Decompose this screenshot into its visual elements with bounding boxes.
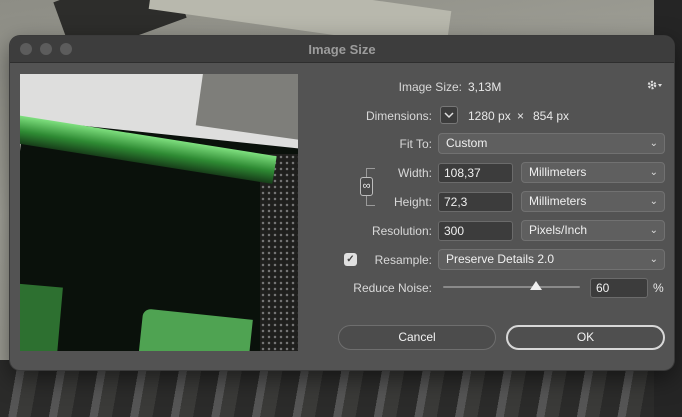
image-preview[interactable]	[20, 74, 298, 351]
reduce-noise-label: Reduce Noise:	[353, 281, 432, 295]
dimensions-units-dropdown[interactable]	[440, 106, 458, 124]
checkmark-icon: ✓	[346, 254, 355, 265]
resample-label: Resample:	[374, 253, 432, 267]
dimensions-label: Dimensions:	[365, 109, 432, 123]
resolution-label: Resolution:	[371, 224, 432, 238]
fit-to-label: Fit To:	[399, 137, 432, 151]
title-bar: Image Size	[10, 36, 674, 63]
reduce-noise-slider-thumb[interactable]	[530, 281, 543, 290]
fit-to-value: Custom	[446, 136, 488, 150]
width-unit-select[interactable]: Millimeters ⌄	[521, 162, 665, 183]
resolution-unit-value: Pixels/Inch	[529, 223, 588, 237]
reduce-noise-unit: %	[653, 281, 664, 295]
width-input[interactable]: 108,37	[438, 163, 513, 183]
window-title: Image Size	[308, 42, 376, 57]
gear-icon[interactable]	[645, 77, 665, 93]
chevron-down-icon	[444, 112, 454, 119]
reduce-noise-input[interactable]: 60	[590, 278, 648, 298]
resolution-input[interactable]: 300	[438, 221, 513, 241]
ok-button[interactable]: OK	[506, 325, 665, 350]
chevron-down-icon: ⌄	[649, 167, 658, 178]
height-label: Height:	[393, 195, 432, 209]
reduce-noise-slider-track[interactable]	[443, 286, 580, 288]
image-size-dialog: Image Size Image Size: 3,13M Dimensions:…	[10, 36, 674, 370]
fit-to-select[interactable]: Custom ⌄	[438, 133, 665, 154]
preview-pixels	[20, 280, 63, 351]
width-label: Width:	[397, 166, 432, 180]
width-unit-value: Millimeters	[529, 165, 587, 179]
chevron-down-icon: ⌄	[649, 254, 658, 265]
cancel-button[interactable]: Cancel	[338, 325, 496, 350]
pixel-width-value: 1280 px	[468, 109, 511, 123]
image-size-value: 3,13M	[468, 80, 502, 94]
resample-method-select[interactable]: Preserve Details 2.0 ⌄	[438, 249, 665, 270]
resample-method-value: Preserve Details 2.0	[446, 252, 555, 266]
image-size-label: Image Size:	[398, 80, 462, 94]
chevron-down-icon: ⌄	[649, 196, 658, 207]
preview-pixels	[260, 154, 298, 351]
chevron-down-icon: ⌄	[649, 225, 658, 236]
height-unit-select[interactable]: Millimeters ⌄	[521, 191, 665, 212]
dimensions-times-sign: ×	[517, 109, 525, 123]
chevron-down-icon: ⌄	[649, 138, 658, 149]
height-input[interactable]: 72,3	[438, 192, 513, 212]
resolution-unit-select[interactable]: Pixels/Inch ⌄	[521, 220, 665, 241]
pixel-height-value: 854 px	[533, 109, 570, 123]
height-unit-value: Millimeters	[529, 194, 587, 208]
